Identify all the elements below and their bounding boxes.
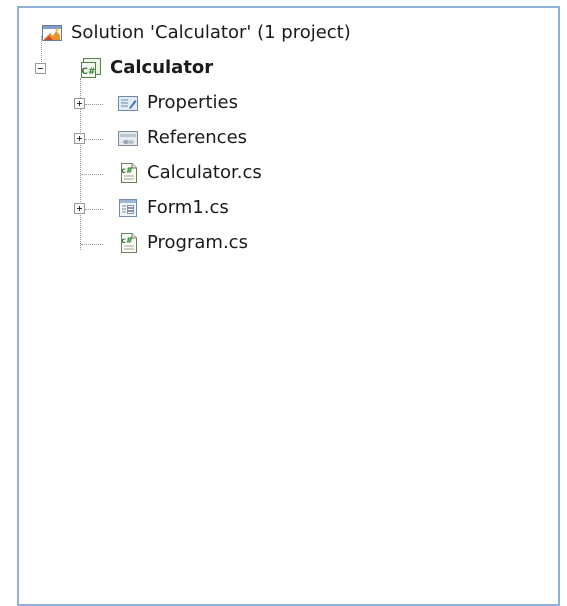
plus-icon (77, 101, 82, 106)
project-label: Calculator (110, 57, 214, 78)
tree-connector (85, 209, 103, 210)
tree-connector (85, 139, 103, 140)
solution-explorer-panel: Solution 'Calculator' (1 project) C# Cal… (17, 6, 560, 606)
tree-node-form1-cs[interactable]: Form1.cs (117, 193, 229, 223)
csharp-file-icon: c# (117, 232, 139, 254)
collapse-toggle-project[interactable] (35, 63, 46, 74)
plus-icon (77, 206, 82, 211)
expand-toggle-properties[interactable] (74, 98, 85, 109)
svg-text:c#: c# (121, 236, 133, 245)
expand-toggle-references[interactable] (74, 133, 85, 144)
calculator-cs-label: Calculator.cs (147, 162, 262, 183)
solution-label: Solution 'Calculator' (1 project) (71, 22, 351, 43)
tree-connector (81, 174, 103, 175)
tree-connector (85, 104, 103, 105)
csharp-project-icon: C# (80, 57, 102, 79)
properties-folder-icon (117, 92, 139, 114)
tree-node-properties[interactable]: Properties (117, 88, 238, 118)
references-label: References (147, 127, 248, 148)
solution-tree: Solution 'Calculator' (1 project) C# Cal… (19, 8, 558, 604)
tree-node-program-cs[interactable]: c# Program.cs (117, 228, 248, 258)
program-cs-label: Program.cs (147, 232, 248, 253)
properties-label: Properties (147, 92, 238, 113)
svg-text:C#: C# (81, 67, 95, 77)
references-folder-icon (117, 127, 139, 149)
solution-icon (41, 22, 63, 44)
expand-toggle-form1[interactable] (74, 203, 85, 214)
svg-text:c#: c# (121, 166, 133, 175)
form1-cs-label: Form1.cs (147, 197, 229, 218)
form-icon (117, 197, 139, 219)
tree-connector (81, 244, 103, 245)
plus-icon (77, 136, 82, 141)
tree-node-solution[interactable]: Solution 'Calculator' (1 project) (41, 18, 351, 48)
tree-node-calculator-cs[interactable]: c# Calculator.cs (117, 158, 262, 188)
minus-icon (38, 68, 43, 69)
tree-node-project-calculator[interactable]: C# Calculator (80, 53, 213, 83)
csharp-file-icon: c# (117, 162, 139, 184)
tree-node-references[interactable]: References (117, 123, 247, 153)
